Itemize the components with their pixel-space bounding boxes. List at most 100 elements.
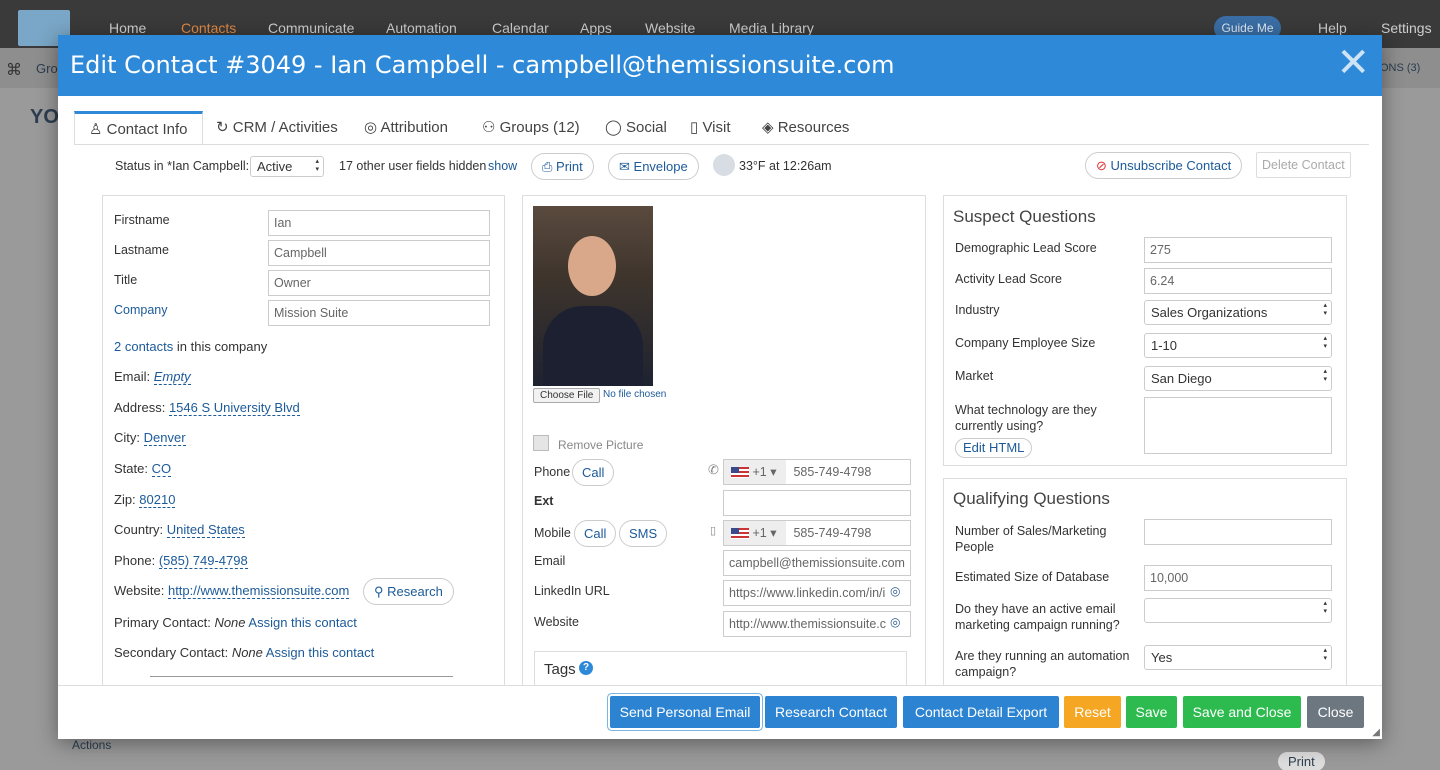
firstname-field[interactable]: Ian bbox=[268, 210, 490, 236]
remove-picture-checkbox[interactable] bbox=[533, 435, 549, 451]
contact-detail-export-button[interactable]: Contact Detail Export bbox=[903, 696, 1059, 728]
primary-contact-row: Primary Contact: None Assign this contac… bbox=[114, 615, 357, 630]
state-value[interactable]: CO bbox=[151, 461, 172, 477]
lastname-field[interactable]: Campbell bbox=[268, 240, 490, 266]
modal-header: Edit Contact #3049 - Ian Campbell - camp… bbox=[58, 35, 1382, 96]
tab-groups[interactable]: ⚇ Groups (12) bbox=[482, 111, 580, 145]
city-value[interactable]: Denver bbox=[143, 430, 186, 446]
email-campaign-select[interactable] bbox=[1144, 598, 1332, 623]
phone-value[interactable]: (585) 749-4798 bbox=[158, 553, 248, 569]
tab-contact-info[interactable]: ♙ Contact Info bbox=[74, 111, 203, 145]
email-value[interactable]: Empty bbox=[153, 369, 191, 385]
envelope-button[interactable]: ✉ Envelope bbox=[608, 153, 699, 180]
contact-photo bbox=[533, 206, 653, 386]
help-icon[interactable]: ? bbox=[579, 661, 593, 675]
demographic-score-field[interactable]: 275 bbox=[1144, 237, 1332, 263]
status-select[interactable]: Active bbox=[250, 156, 324, 177]
contact-details-panel: Firstname Ian Lastname Campbell Title Ow… bbox=[102, 195, 505, 685]
country-row: Country: United States bbox=[114, 522, 245, 538]
mobile-country-code-select[interactable]: +1 ▾ bbox=[724, 521, 786, 545]
tab-visit[interactable]: ▯ Visit bbox=[690, 111, 731, 145]
research-contact-button[interactable]: Research Contact bbox=[765, 696, 897, 728]
assign-primary-link[interactable]: Assign this contact bbox=[248, 615, 356, 630]
phone-field[interactable]: +1 ▾ 585-749-4798 bbox=[723, 459, 911, 485]
print-icon: ⎙ bbox=[542, 159, 553, 174]
website-field[interactable]: http://www.themissionsuite.c bbox=[723, 611, 911, 637]
sms-button[interactable]: SMS bbox=[619, 520, 668, 547]
address-row: Address: 1546 S University Blvd bbox=[114, 400, 300, 416]
linkedin-field[interactable]: https://www.linkedin.com/in/i bbox=[723, 580, 911, 606]
network-icon[interactable]: ⌘ bbox=[6, 60, 22, 80]
mobile-field[interactable]: +1 ▾ 585-749-4798 bbox=[723, 520, 911, 546]
state-row: State: CO bbox=[114, 461, 172, 477]
tab-attribution[interactable]: ◎ Attribution bbox=[364, 111, 448, 145]
zip-value[interactable]: 80210 bbox=[139, 492, 176, 508]
globe-icon[interactable]: ◎ bbox=[890, 584, 900, 598]
title-label: Title bbox=[114, 273, 138, 287]
actions-count[interactable]: ONS (3) bbox=[1380, 62, 1420, 74]
unsubscribe-button[interactable]: ⊘ Unsubscribe Contact bbox=[1085, 152, 1243, 179]
market-select[interactable]: San Diego bbox=[1144, 366, 1332, 391]
resize-handle-icon[interactable]: ◢ bbox=[1372, 727, 1380, 738]
sales-people-field[interactable] bbox=[1144, 519, 1332, 545]
delete-contact-button[interactable]: Delete Contact bbox=[1256, 152, 1351, 178]
activity-score-field[interactable]: 6.24 bbox=[1144, 268, 1332, 294]
globe-icon[interactable]: ◎ bbox=[890, 615, 900, 629]
tab-crm-activities[interactable]: ↻ CRM / Activities bbox=[216, 111, 338, 145]
nav-calendar[interactable]: Calendar bbox=[492, 20, 549, 36]
choose-file-button[interactable]: Choose File bbox=[533, 388, 601, 403]
background-print-button[interactable]: Print bbox=[1278, 752, 1325, 770]
nav-help[interactable]: Help bbox=[1318, 20, 1347, 36]
website-row: Website: http://www.themissionsuite.com bbox=[114, 583, 350, 599]
demographic-label: Demographic Lead Score bbox=[955, 241, 1097, 255]
employee-size-label: Company Employee Size bbox=[955, 336, 1096, 350]
address-value[interactable]: 1546 S University Blvd bbox=[168, 400, 300, 416]
contacts-link[interactable]: 2 contacts bbox=[114, 339, 173, 354]
close-icon[interactable]: ✕ bbox=[1336, 43, 1370, 83]
assign-secondary-link[interactable]: Assign this contact bbox=[266, 645, 374, 660]
nav-home[interactable]: Home bbox=[109, 20, 146, 36]
send-personal-email-button[interactable]: Send Personal Email bbox=[610, 696, 760, 728]
ext-field[interactable] bbox=[723, 490, 911, 516]
country-value[interactable]: United States bbox=[166, 522, 245, 538]
show-fields-link[interactable]: show bbox=[488, 159, 517, 173]
market-label: Market bbox=[955, 369, 994, 383]
call-mobile-button[interactable]: Call bbox=[574, 520, 617, 547]
nav-website[interactable]: Website bbox=[645, 20, 695, 36]
modal-title: Edit Contact #3049 - Ian Campbell - camp… bbox=[70, 51, 895, 79]
print-button[interactable]: ⎙ Print bbox=[531, 153, 594, 180]
company-link[interactable]: Company bbox=[114, 303, 168, 317]
document-icon: ▯ bbox=[690, 119, 699, 136]
edit-html-button[interactable]: Edit HTML bbox=[955, 438, 1033, 458]
nav-communicate[interactable]: Communicate bbox=[268, 20, 354, 36]
edit-contact-modal: Edit Contact #3049 - Ian Campbell - camp… bbox=[58, 35, 1382, 739]
tags-box: Tags ? bbox=[534, 651, 907, 685]
website-value[interactable]: http://www.themissionsuite.com bbox=[167, 583, 350, 599]
industry-select[interactable]: Sales Organizations bbox=[1144, 300, 1332, 325]
call-phone-button[interactable]: Call bbox=[572, 459, 615, 486]
email-field[interactable]: campbell@themissionsuite.com bbox=[723, 550, 911, 576]
suspect-heading: Suspect Questions bbox=[953, 207, 1096, 226]
nav-media-library[interactable]: Media Library bbox=[729, 20, 814, 36]
save-button[interactable]: Save bbox=[1126, 696, 1177, 728]
employee-size-select[interactable]: 1-10 bbox=[1144, 333, 1332, 358]
moon-icon bbox=[713, 154, 735, 176]
tab-social[interactable]: ◯ Social bbox=[605, 111, 667, 145]
company-field[interactable]: Mission Suite bbox=[268, 300, 490, 326]
save-and-close-button[interactable]: Save and Close bbox=[1183, 696, 1301, 728]
nav-automation[interactable]: Automation bbox=[386, 20, 457, 36]
country-code-select[interactable]: +1 ▾ bbox=[724, 460, 786, 484]
database-size-field[interactable]: 10,000 bbox=[1144, 565, 1332, 591]
tab-resources[interactable]: ◈ Resources bbox=[762, 111, 849, 145]
research-button[interactable]: ⚲ Research bbox=[363, 578, 454, 605]
nav-settings[interactable]: Settings bbox=[1381, 20, 1432, 36]
title-field[interactable]: Owner bbox=[268, 270, 490, 296]
nav-apps[interactable]: Apps bbox=[580, 20, 612, 36]
reset-button[interactable]: Reset bbox=[1064, 696, 1121, 728]
close-button[interactable]: Close bbox=[1307, 696, 1364, 728]
technology-textarea[interactable] bbox=[1144, 397, 1332, 454]
nav-contacts[interactable]: Contacts bbox=[181, 20, 236, 36]
no-file-text: No file chosen bbox=[603, 389, 667, 400]
automation-campaign-select[interactable]: Yes bbox=[1144, 645, 1332, 670]
block-icon: ⊘ bbox=[1096, 158, 1107, 173]
